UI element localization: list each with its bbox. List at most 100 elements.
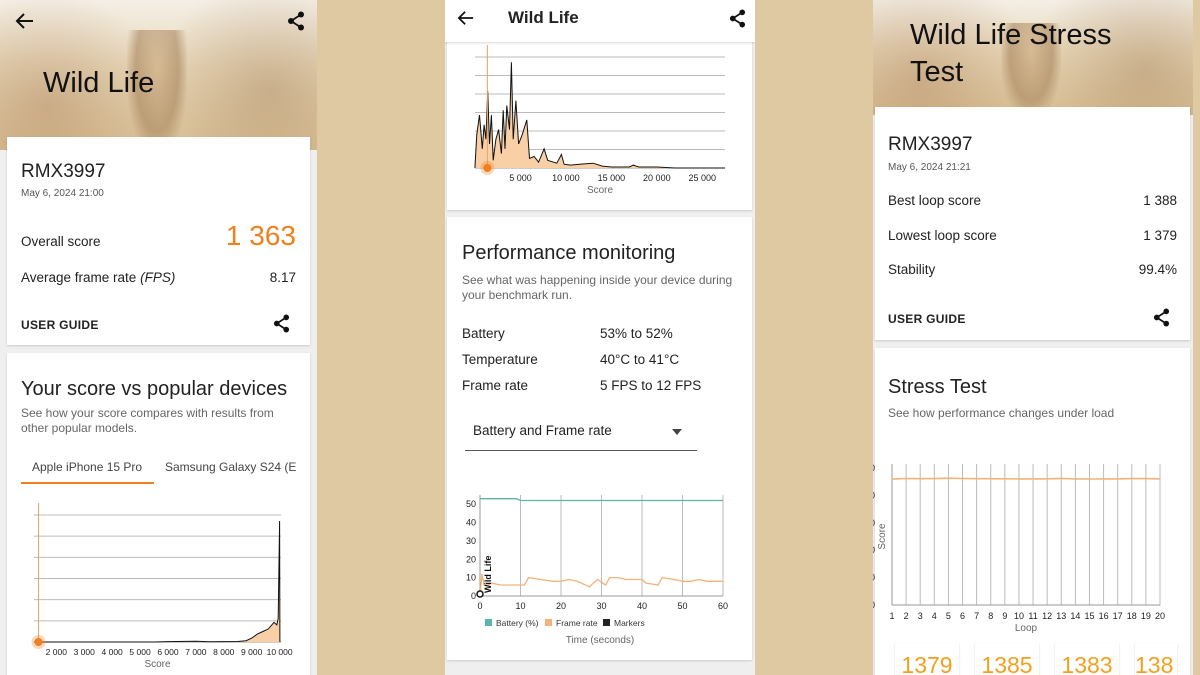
x-tick-label: 9 000: [241, 647, 263, 657]
tab-apple-iphone-15-pro[interactable]: Apple iPhone 15 Pro: [32, 460, 142, 474]
x-tick-label: 40: [637, 601, 647, 611]
x-tick-label: 0: [477, 601, 482, 611]
x-tick-label: 20: [1155, 611, 1165, 621]
y-tick-label: 20: [466, 554, 476, 564]
y-tick-label: 600: [873, 545, 875, 555]
x-tick-label: 14: [1070, 611, 1080, 621]
lowest-loop-value: 1 379: [1143, 228, 1177, 243]
x-tick-label: 17: [1113, 611, 1123, 621]
page-title: Wild Life: [43, 67, 155, 99]
x-tick-label: 2: [904, 611, 909, 621]
temperature-label: Temperature: [462, 352, 538, 367]
fps-label: Average frame rate (FPS): [21, 270, 175, 285]
result-date: May 6, 2024 21:21: [888, 162, 971, 173]
loop-score-tile: 1379: [895, 643, 959, 675]
x-tick-label: 8 000: [213, 647, 235, 657]
score-distribution-chart: 2 000 3 000 4 000 5 000 6 000 7 000 8 000 9 000…: [31, 503, 293, 670]
y-tick-label: 30: [466, 536, 476, 546]
x-axis-title: Score: [587, 185, 614, 196]
x-tick-label: 5 000: [129, 647, 151, 657]
x-tick-label: 5 000: [509, 173, 532, 183]
score-line: [891, 477, 1161, 480]
y-tick-label: 900: [873, 518, 875, 528]
y-tick-label: 300: [873, 573, 875, 583]
y-tick-label: 0: [873, 600, 875, 610]
x-tick-label: 60: [718, 601, 728, 611]
caret-down-icon: [672, 429, 682, 435]
result-card: RMX3997 May 6, 2024 21:00 Overall score …: [7, 137, 310, 345]
x-tick-label: 2 000: [46, 647, 68, 657]
user-guide-link[interactable]: USER GUIDE: [21, 318, 99, 332]
score-distribution-chart: 5 000 10 000 15 000 20 000 25 000 Score: [474, 45, 725, 196]
your-score-marker: [34, 638, 43, 646]
x-tick-label: 16: [1099, 611, 1109, 621]
battery-value: 53% to 52%: [600, 326, 673, 341]
overall-score-value: 1 363: [225, 220, 296, 251]
loop-score-tile: 138: [1135, 643, 1177, 675]
x-tick-label: 10 000: [267, 647, 293, 657]
x-tick-label: 3 000: [74, 647, 96, 657]
x-tick-label: 30: [596, 601, 606, 611]
battery-frame-rate-chart: 0 10 20 30 40 50 60 0 10 20 30 40 50 Wild Life Battery…: [466, 495, 728, 646]
share-icon[interactable]: [273, 314, 290, 333]
best-loop-label: Best loop score: [888, 193, 982, 208]
user-guide-link[interactable]: USER GUIDE: [888, 312, 966, 326]
x-tick-label: 18: [1127, 611, 1137, 621]
x-tick-label: 19: [1141, 611, 1151, 621]
x-axis-title: Score: [144, 659, 171, 670]
y-tick-label: 1,500: [873, 463, 875, 473]
performance-subtitle: See what was happening inside your devic…: [462, 273, 733, 302]
fps-label-text: Average frame rate: [21, 270, 137, 285]
stress-test-chart: 1234567891011121314151617181920030060090…: [873, 463, 1165, 634]
arrow-left-icon[interactable]: [15, 12, 35, 30]
arrow-left-icon[interactable]: [457, 10, 475, 26]
frame-rate-value: 5 FPS to 12 FPS: [600, 378, 702, 393]
x-tick-label: 6 000: [157, 647, 179, 657]
stress-title: Stress Test: [888, 376, 987, 398]
distribution-area: [34, 521, 280, 642]
x-tick-label: 4: [932, 611, 937, 621]
frame-rate-label: Frame rate: [462, 378, 529, 393]
fps-unit: (FPS): [140, 270, 176, 285]
legend-label: Frame rate: [556, 618, 598, 628]
tab-samsung-galaxy-s24[interactable]: Samsung Galaxy S24 (E: [165, 460, 303, 474]
x-tick-label: 6: [960, 611, 965, 621]
battery-label: Battery: [462, 326, 505, 341]
share-icon[interactable]: [729, 9, 746, 28]
x-tick-label: 12: [1042, 611, 1052, 621]
middle-phone-screen: Wild Life 5 000 10 000 15 000 20 000 25 000 S…: [445, 0, 755, 675]
page-title: Wild Life: [508, 8, 579, 27]
share-icon[interactable]: [1153, 308, 1170, 327]
chart-type-dropdown[interactable]: Battery and Frame rate: [465, 413, 697, 451]
x-axis-title: Loop: [1015, 623, 1038, 634]
x-tick-label: 5: [946, 611, 951, 621]
right-phone-screen: Wild Life Stress Test RMX3997 May 6, 202…: [873, 0, 1193, 675]
legend-swatch: [485, 619, 492, 626]
y-tick-label: 10: [466, 573, 476, 583]
x-tick-label: 13: [1056, 611, 1066, 621]
x-tick-label: 20: [556, 601, 566, 611]
stability-value: 99.4%: [1138, 262, 1177, 277]
stability-label: Stability: [888, 262, 936, 277]
x-tick-label: 50: [677, 601, 687, 611]
overall-score-label: Overall score: [21, 234, 101, 249]
temperature-value: 40°C to 41°C: [600, 352, 680, 367]
x-tick-label: 10: [1014, 611, 1024, 621]
share-icon[interactable]: [287, 11, 305, 31]
stress-subtitle: See how performance changes under load: [888, 406, 1115, 420]
y-tick-label: 1,200: [873, 490, 875, 500]
y-tick-label: 0: [471, 591, 476, 601]
distribution-line: [34, 520, 281, 643]
legend-label: Markers: [614, 618, 645, 628]
x-tick-label: 11: [1028, 611, 1037, 621]
compare-title: Your score vs popular devices: [21, 378, 288, 400]
y-tick-label: 50: [466, 499, 476, 509]
y-axis-title: Score: [877, 523, 888, 550]
legend-label: Battery (%): [496, 618, 539, 628]
top-bar: Wild Life: [445, 0, 755, 42]
x-tick-label: 8: [988, 611, 993, 621]
result-date: May 6, 2024 21:00: [21, 188, 104, 199]
x-tick-label: 10: [515, 601, 525, 611]
compare-subtitle: See how your score compares with results…: [21, 406, 274, 435]
page-title: Wild Life Stress Test: [910, 19, 1112, 88]
